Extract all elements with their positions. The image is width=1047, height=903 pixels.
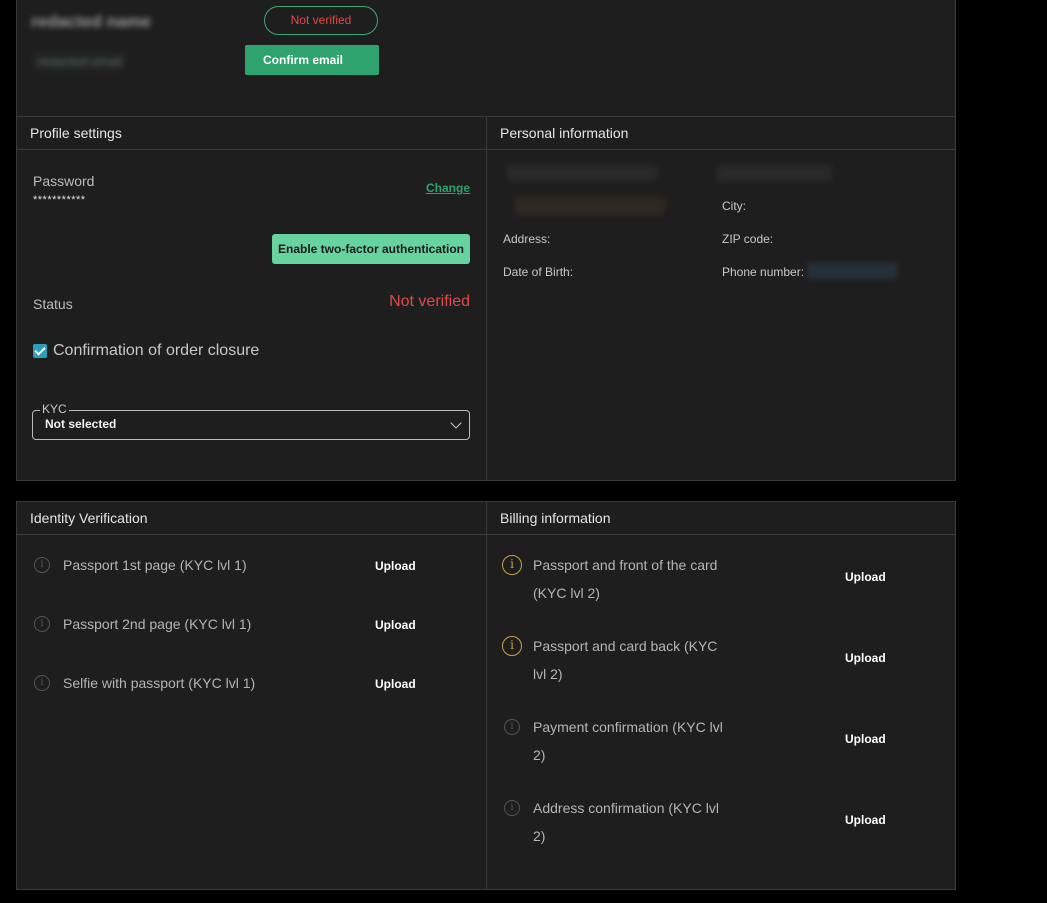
upload-button[interactable]: Upload bbox=[375, 677, 416, 691]
change-password-link[interactable]: Change bbox=[426, 181, 470, 195]
warning-info-icon: i bbox=[502, 555, 522, 575]
identity-verification-title: Identity Verification bbox=[17, 502, 486, 535]
confirm-email-button[interactable]: Confirm email bbox=[245, 45, 379, 75]
kyc-selected-value: Not selected bbox=[45, 417, 117, 431]
user-name: redacted name bbox=[31, 12, 151, 31]
verification-status-badge: Not verified bbox=[264, 6, 378, 35]
document-label-line2: 2) bbox=[533, 747, 546, 763]
document-label-line1: Passport and front of the card bbox=[533, 557, 718, 573]
upload-button[interactable]: Upload bbox=[375, 618, 416, 632]
upload-button[interactable]: Upload bbox=[375, 559, 416, 573]
phone-number-label: Phone number: bbox=[722, 265, 805, 279]
info-icon: i bbox=[504, 800, 520, 816]
upload-button[interactable]: Upload bbox=[845, 651, 886, 665]
billing-information-title: Billing information bbox=[487, 502, 955, 535]
redacted-last-name bbox=[717, 165, 832, 181]
personal-information-title: Personal information bbox=[487, 117, 955, 150]
order-closure-checkbox[interactable] bbox=[33, 344, 47, 358]
upload-button[interactable]: Upload bbox=[845, 732, 886, 746]
redacted-first-name bbox=[507, 165, 657, 181]
user-email: redacted email bbox=[33, 52, 127, 71]
redacted-country bbox=[515, 197, 665, 215]
document-label: Passport 2nd page (KYC lvl 1) bbox=[63, 616, 252, 632]
status-value: Not verified bbox=[389, 293, 470, 310]
document-label-line1: Passport and card back (KYC bbox=[533, 638, 718, 654]
profile-settings-panel: Profile settings Password *********** Ch… bbox=[16, 116, 487, 481]
order-closure-label: Confirmation of order closure bbox=[53, 342, 260, 359]
document-label-line1: Payment confirmation (KYC lvl bbox=[533, 719, 723, 735]
account-header-panel: redacted name redacted email Not verifie… bbox=[16, 0, 956, 117]
document-label-line1: Address confirmation (KYC lvl bbox=[533, 800, 719, 816]
upload-button[interactable]: Upload bbox=[845, 570, 886, 584]
document-label: Selfie with passport (KYC lvl 1) bbox=[63, 675, 256, 691]
info-icon: i bbox=[34, 675, 50, 691]
city-label: City: bbox=[722, 199, 746, 213]
info-icon: i bbox=[34, 557, 50, 573]
info-icon: i bbox=[504, 719, 520, 735]
zip-code-label: ZIP code: bbox=[722, 232, 774, 246]
personal-information-panel: Personal information City: Address: ZIP … bbox=[486, 116, 956, 481]
billing-information-panel: Billing information i Passport and front… bbox=[486, 501, 956, 890]
identity-verification-panel: Identity Verification i Passport 1st pag… bbox=[16, 501, 487, 890]
password-label: Password bbox=[33, 173, 95, 189]
chevron-down-icon bbox=[450, 417, 462, 429]
enable-2fa-button[interactable]: Enable two-factor authentication bbox=[272, 234, 470, 264]
kyc-select[interactable]: KYC Not selected bbox=[32, 402, 470, 440]
profile-settings-title: Profile settings bbox=[17, 117, 486, 150]
password-value: *********** bbox=[33, 194, 86, 206]
document-label-line2: (KYC lvl 2) bbox=[533, 585, 600, 601]
redacted-phone-number bbox=[807, 263, 897, 279]
order-closure-option[interactable]: Confirmation of order closure bbox=[33, 342, 259, 360]
warning-info-icon: i bbox=[502, 636, 522, 656]
document-label-line2: lvl 2) bbox=[533, 666, 563, 682]
address-label: Address: bbox=[503, 232, 551, 246]
document-label: Passport 1st page (KYC lvl 1) bbox=[63, 557, 247, 573]
info-icon: i bbox=[34, 616, 50, 632]
status-label: Status bbox=[33, 296, 73, 312]
date-of-birth-label: Date of Birth: bbox=[503, 265, 574, 279]
upload-button[interactable]: Upload bbox=[845, 813, 886, 827]
kyc-legend: KYC bbox=[40, 402, 69, 416]
document-label-line2: 2) bbox=[533, 828, 546, 844]
